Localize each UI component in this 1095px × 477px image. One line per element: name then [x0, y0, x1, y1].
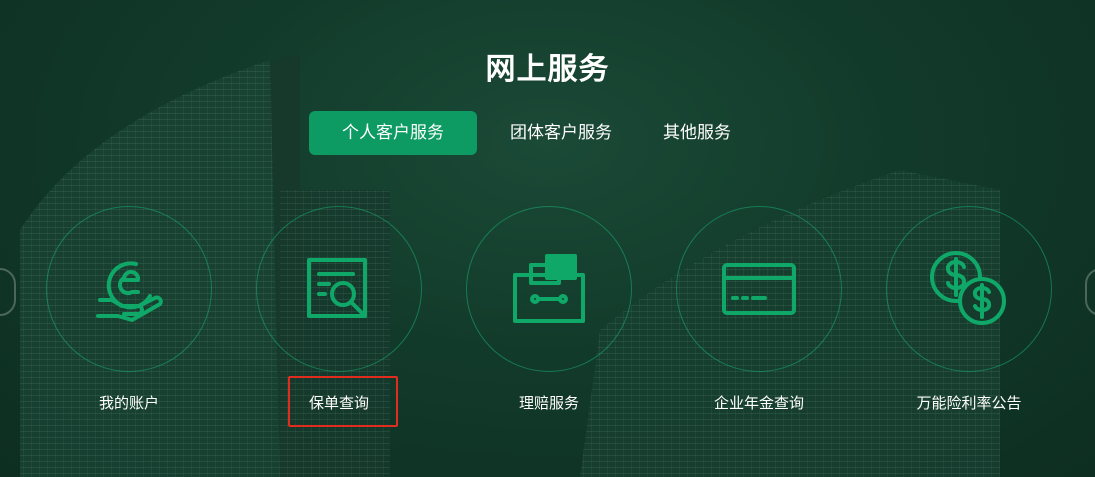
service-label: 万能险利率公告 — [916, 394, 1022, 412]
service-circle — [676, 206, 842, 372]
tab-personal[interactable]: 个人客户服务 — [309, 111, 477, 155]
claims-folder-icon — [513, 254, 585, 323]
card-icon — [722, 263, 796, 315]
service-universal-rate[interactable]: 万能险利率公告 — [886, 206, 1052, 412]
service-circle — [256, 206, 422, 372]
service-circle — [886, 206, 1052, 372]
service-tabs: 个人客户服务 团体客户服务 其他服务 — [309, 111, 749, 155]
service-label: 我的账户 — [98, 394, 159, 412]
service-claims[interactable]: 理赔服务 — [466, 206, 632, 412]
tab-other[interactable]: 其他服务 — [645, 111, 749, 155]
selection-highlight-box — [288, 376, 398, 427]
page-title: 网上服务 — [485, 52, 610, 87]
service-circle — [46, 206, 212, 372]
service-my-account[interactable]: 我的账户 — [46, 206, 212, 412]
service-label: 企业年金查询 — [713, 394, 804, 412]
policy-search-icon — [307, 258, 367, 318]
account-hand-e-icon — [96, 261, 163, 322]
dollar-coins-icon — [930, 251, 1006, 325]
tab-group[interactable]: 团体客户服务 — [477, 111, 645, 155]
service-circle — [466, 206, 632, 372]
service-annuity-query[interactable]: 企业年金查询 — [676, 206, 842, 412]
service-policy-query[interactable]: 保单查询 — [256, 206, 422, 412]
service-label: 理赔服务 — [518, 394, 579, 412]
